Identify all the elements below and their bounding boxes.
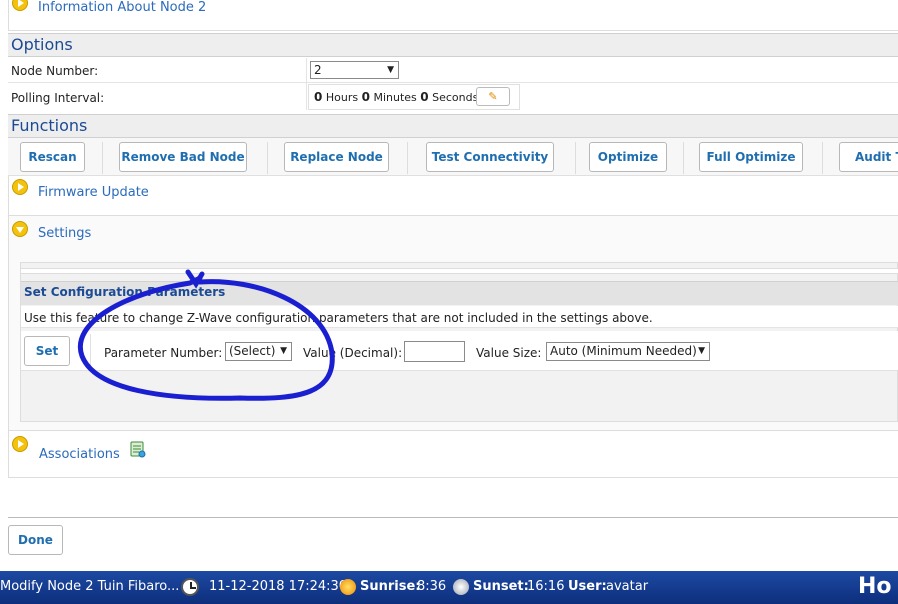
associations-icon[interactable] xyxy=(130,441,146,458)
options-header: Options xyxy=(8,33,898,57)
polling-seconds-value: 0 xyxy=(420,90,429,104)
sunrise-label: Sunrise: xyxy=(360,579,421,594)
chevron-down-icon: ▼ xyxy=(387,65,394,75)
collapse-icon[interactable] xyxy=(12,221,28,237)
polling-label: Polling Interval: xyxy=(11,91,105,105)
functions-header: Functions xyxy=(8,114,898,138)
moon-icon xyxy=(453,579,469,595)
polling-seconds-label: Seconds xyxy=(432,91,479,104)
node-number-value: 2 xyxy=(314,63,322,77)
polling-minutes-value: 0 xyxy=(361,90,370,104)
info-node-link[interactable]: Information About Node 2 xyxy=(38,0,206,15)
value-size-select[interactable]: Auto (Minimum Needed) ▼ xyxy=(546,342,710,361)
node-number-select[interactable]: 2 ▼ xyxy=(310,61,399,79)
brand-logo: Ho xyxy=(858,574,892,599)
value-size-label: Value Size: xyxy=(476,346,542,360)
polling-value: 0 Hours 0 Minutes 0 Seconds xyxy=(314,90,478,104)
sunset-value: 16:16 xyxy=(527,579,565,594)
options-divider xyxy=(306,58,307,110)
annotation-circle xyxy=(77,269,335,401)
user-label: User: xyxy=(568,579,607,594)
sun-icon xyxy=(340,579,356,595)
set-button[interactable]: Set xyxy=(24,336,70,366)
optimize-button[interactable]: Optimize xyxy=(589,142,667,172)
taskbar: Modify Node 2 Tuin Fibaro... 11-12-2018 … xyxy=(0,571,898,604)
remove-bad-node-button[interactable]: Remove Bad Node xyxy=(119,142,247,172)
test-connectivity-button[interactable]: Test Connectivity xyxy=(426,142,554,172)
replace-node-button[interactable]: Replace Node xyxy=(284,142,389,172)
options-row-node xyxy=(8,58,898,83)
pencil-icon: ✎ xyxy=(488,90,498,103)
value-input[interactable] xyxy=(404,341,465,362)
rescan-button[interactable]: Rescan xyxy=(20,142,85,172)
firmware-update-link[interactable]: Firmware Update xyxy=(38,185,149,200)
polling-hours-label: Hours xyxy=(325,91,359,104)
user-value: avatar xyxy=(606,579,649,594)
settings-link[interactable]: Settings xyxy=(38,226,91,241)
full-optimize-button[interactable]: Full Optimize xyxy=(699,142,803,172)
chevron-down-icon: ▼ xyxy=(698,346,705,356)
associations-link[interactable]: Associations xyxy=(39,447,120,462)
clock-icon xyxy=(181,578,199,596)
datetime: 11-12-2018 17:24:30 xyxy=(209,579,348,594)
done-divider xyxy=(8,517,898,518)
edit-polling-button[interactable]: ✎ xyxy=(476,87,510,106)
polling-hours-value: 0 xyxy=(314,90,323,104)
polling-minutes-label: Minutes xyxy=(373,91,417,104)
node-number-label: Node Number: xyxy=(11,64,99,78)
expand-icon[interactable] xyxy=(12,436,28,452)
window-title[interactable]: Modify Node 2 Tuin Fibaro... xyxy=(0,579,179,594)
sunrise-value: 8:36 xyxy=(417,579,447,594)
audit-button[interactable]: Audit Th xyxy=(839,142,898,172)
expand-icon[interactable] xyxy=(12,179,28,195)
done-button[interactable]: Done xyxy=(8,525,63,555)
value-size-value: Auto (Minimum Needed) xyxy=(550,344,697,358)
sunset-label: Sunset: xyxy=(473,579,529,594)
